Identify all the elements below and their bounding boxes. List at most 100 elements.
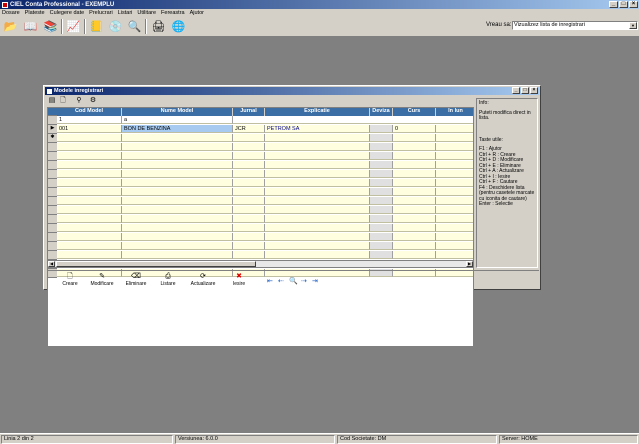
empty-cell: [436, 215, 473, 223]
cell-in-luna[interactable]: [436, 125, 473, 133]
empty-cell: [436, 134, 473, 142]
empty-cell: [57, 170, 122, 178]
menu-ajutor[interactable]: Ajutor: [190, 10, 204, 16]
cell-jurnal[interactable]: JCR: [233, 125, 265, 133]
dialog-close-button[interactable]: ×: [530, 87, 538, 94]
dialog-minimize-button[interactable]: _: [512, 87, 520, 94]
empty-cell: [393, 197, 436, 205]
main-toolbar: 📂 📖 📚 📈 📒 💿 🔍 🖨 🌐 Vreau sa: Vizualizez l…: [0, 17, 639, 37]
search-icon[interactable]: 🔍: [126, 18, 143, 35]
empty-cell: [370, 233, 393, 241]
empty-cell: [393, 161, 436, 169]
empty-cell: [265, 233, 370, 241]
find-record-icon[interactable]: 🔍: [289, 277, 298, 285]
view-select[interactable]: Vizualizez lista de inregistrari ▼: [512, 21, 638, 30]
empty-cell: [122, 170, 233, 178]
empty-cell: [265, 224, 370, 232]
empty-cell: [122, 179, 233, 187]
create-button[interactable]: 🗋 Creare: [59, 273, 81, 289]
empty-cell: [436, 143, 473, 151]
scroll-thumb[interactable]: [56, 261, 256, 267]
close-button[interactable]: ×: [629, 1, 638, 8]
empty-cell: [393, 134, 436, 142]
delete-button[interactable]: ⌫ Eliminare: [123, 273, 149, 289]
filter-cod-model[interactable]: 1: [57, 116, 122, 124]
empty-cell: [265, 170, 370, 178]
new-row-indicator[interactable]: ✱: [48, 134, 57, 143]
empty-cell: [265, 197, 370, 205]
cell-deviza[interactable]: [370, 125, 393, 133]
filter-nume-model[interactable]: a: [122, 116, 233, 124]
empty-cell: [370, 215, 393, 223]
cell-cod-model[interactable]: 001: [57, 125, 122, 133]
printer-icon[interactable]: 🖨: [150, 18, 167, 35]
menu-utilitare[interactable]: Utilitare: [137, 10, 156, 16]
preview-icon[interactable]: 🗋: [58, 96, 68, 105]
edit-icon: ✎: [99, 273, 105, 280]
col-header-curs[interactable]: Curs: [393, 108, 436, 116]
first-record-icon[interactable]: ⇤: [267, 277, 273, 285]
menu-fereastra[interactable]: Fereastra: [161, 10, 185, 16]
exit-x-icon: ✖: [236, 273, 242, 280]
maximize-button[interactable]: □: [619, 1, 628, 8]
scroll-right-arrow[interactable]: ▶: [466, 261, 473, 267]
next-record-icon[interactable]: ⇢: [301, 277, 307, 285]
row-indicator: [48, 179, 57, 188]
menu-dosare[interactable]: Dosare: [2, 10, 20, 16]
cell-curs[interactable]: 0: [393, 125, 436, 133]
status-bar: Linia 2 din 2 Versiunea: 6.0.0 Cod Socie…: [0, 433, 639, 444]
dialog-maximize-button[interactable]: □: [521, 87, 529, 94]
chart-document-icon[interactable]: 📈: [65, 18, 82, 35]
col-header-explicatie[interactable]: Explicatie: [265, 108, 370, 116]
row-indicator[interactable]: ▶: [48, 125, 57, 134]
empty-cell: [370, 224, 393, 232]
empty-cell: [370, 143, 393, 151]
list-button[interactable]: ⎙ Listare: [157, 273, 179, 289]
minimize-button[interactable]: _: [609, 1, 618, 8]
modify-button[interactable]: ✎ Modificare: [87, 273, 117, 289]
previous-record-icon[interactable]: ⇠: [278, 277, 284, 285]
scroll-left-arrow[interactable]: ◀: [48, 261, 55, 267]
menu-prelucrari[interactable]: Prelucrari: [89, 10, 113, 16]
filter-icon[interactable]: ⚲: [74, 96, 84, 105]
folder-open-icon[interactable]: 📂: [2, 18, 19, 35]
empty-cell: [436, 197, 473, 205]
row-indicator: [48, 242, 57, 251]
ledger-icon[interactable]: 📒: [88, 18, 105, 35]
update-button[interactable]: ⟳ Actualizare: [187, 273, 219, 289]
books-icon[interactable]: 📚: [42, 18, 59, 35]
col-header-in-luna[interactable]: In lun: [436, 108, 473, 116]
col-header-nume-model[interactable]: Nume Model: [122, 108, 233, 116]
menu-culegere-date[interactable]: Culegere date: [50, 10, 85, 16]
chevron-down-icon[interactable]: ▼: [629, 22, 637, 29]
menu-listari[interactable]: Listari: [118, 10, 133, 16]
col-header-jurnal[interactable]: Jurnal: [233, 108, 265, 116]
shortcut-item: F4 : Deschidere lista (pentru casetele m…: [479, 184, 535, 202]
empty-cell: [122, 134, 233, 142]
empty-cell: [436, 233, 473, 241]
col-header-cod-model[interactable]: Cod Model: [57, 108, 122, 116]
empty-cell: [233, 170, 265, 178]
disk-icon[interactable]: 💿: [107, 18, 124, 35]
empty-cell: [393, 251, 436, 259]
exit-button[interactable]: ✖ Iesire: [229, 273, 249, 289]
empty-cell: [265, 242, 370, 250]
book-icon[interactable]: 📖: [22, 18, 39, 35]
globe-icon[interactable]: 🌐: [170, 18, 187, 35]
settings-icon[interactable]: ⚙: [88, 96, 98, 105]
horizontal-scrollbar[interactable]: ◀ ▶: [47, 260, 474, 268]
empty-cell: [436, 242, 473, 250]
last-record-icon[interactable]: ⇥: [312, 277, 318, 285]
filter-row-rest[interactable]: [233, 116, 473, 124]
empty-cell: [57, 251, 122, 259]
columns-icon[interactable]: ▤: [47, 96, 57, 105]
row-indicator: [48, 233, 57, 242]
empty-cell: [233, 197, 265, 205]
menu-plateste[interactable]: Plateste: [25, 10, 45, 16]
col-header-deviza[interactable]: Deviza: [370, 108, 393, 116]
cell-nume-model[interactable]: BON DE BENZINA: [122, 125, 233, 133]
status-line: Linia 2 din 2: [1, 435, 173, 444]
view-label: Vreau sa:: [486, 22, 512, 28]
grid-corner: [48, 108, 57, 116]
cell-explicatie[interactable]: PETROM SA: [265, 125, 370, 133]
